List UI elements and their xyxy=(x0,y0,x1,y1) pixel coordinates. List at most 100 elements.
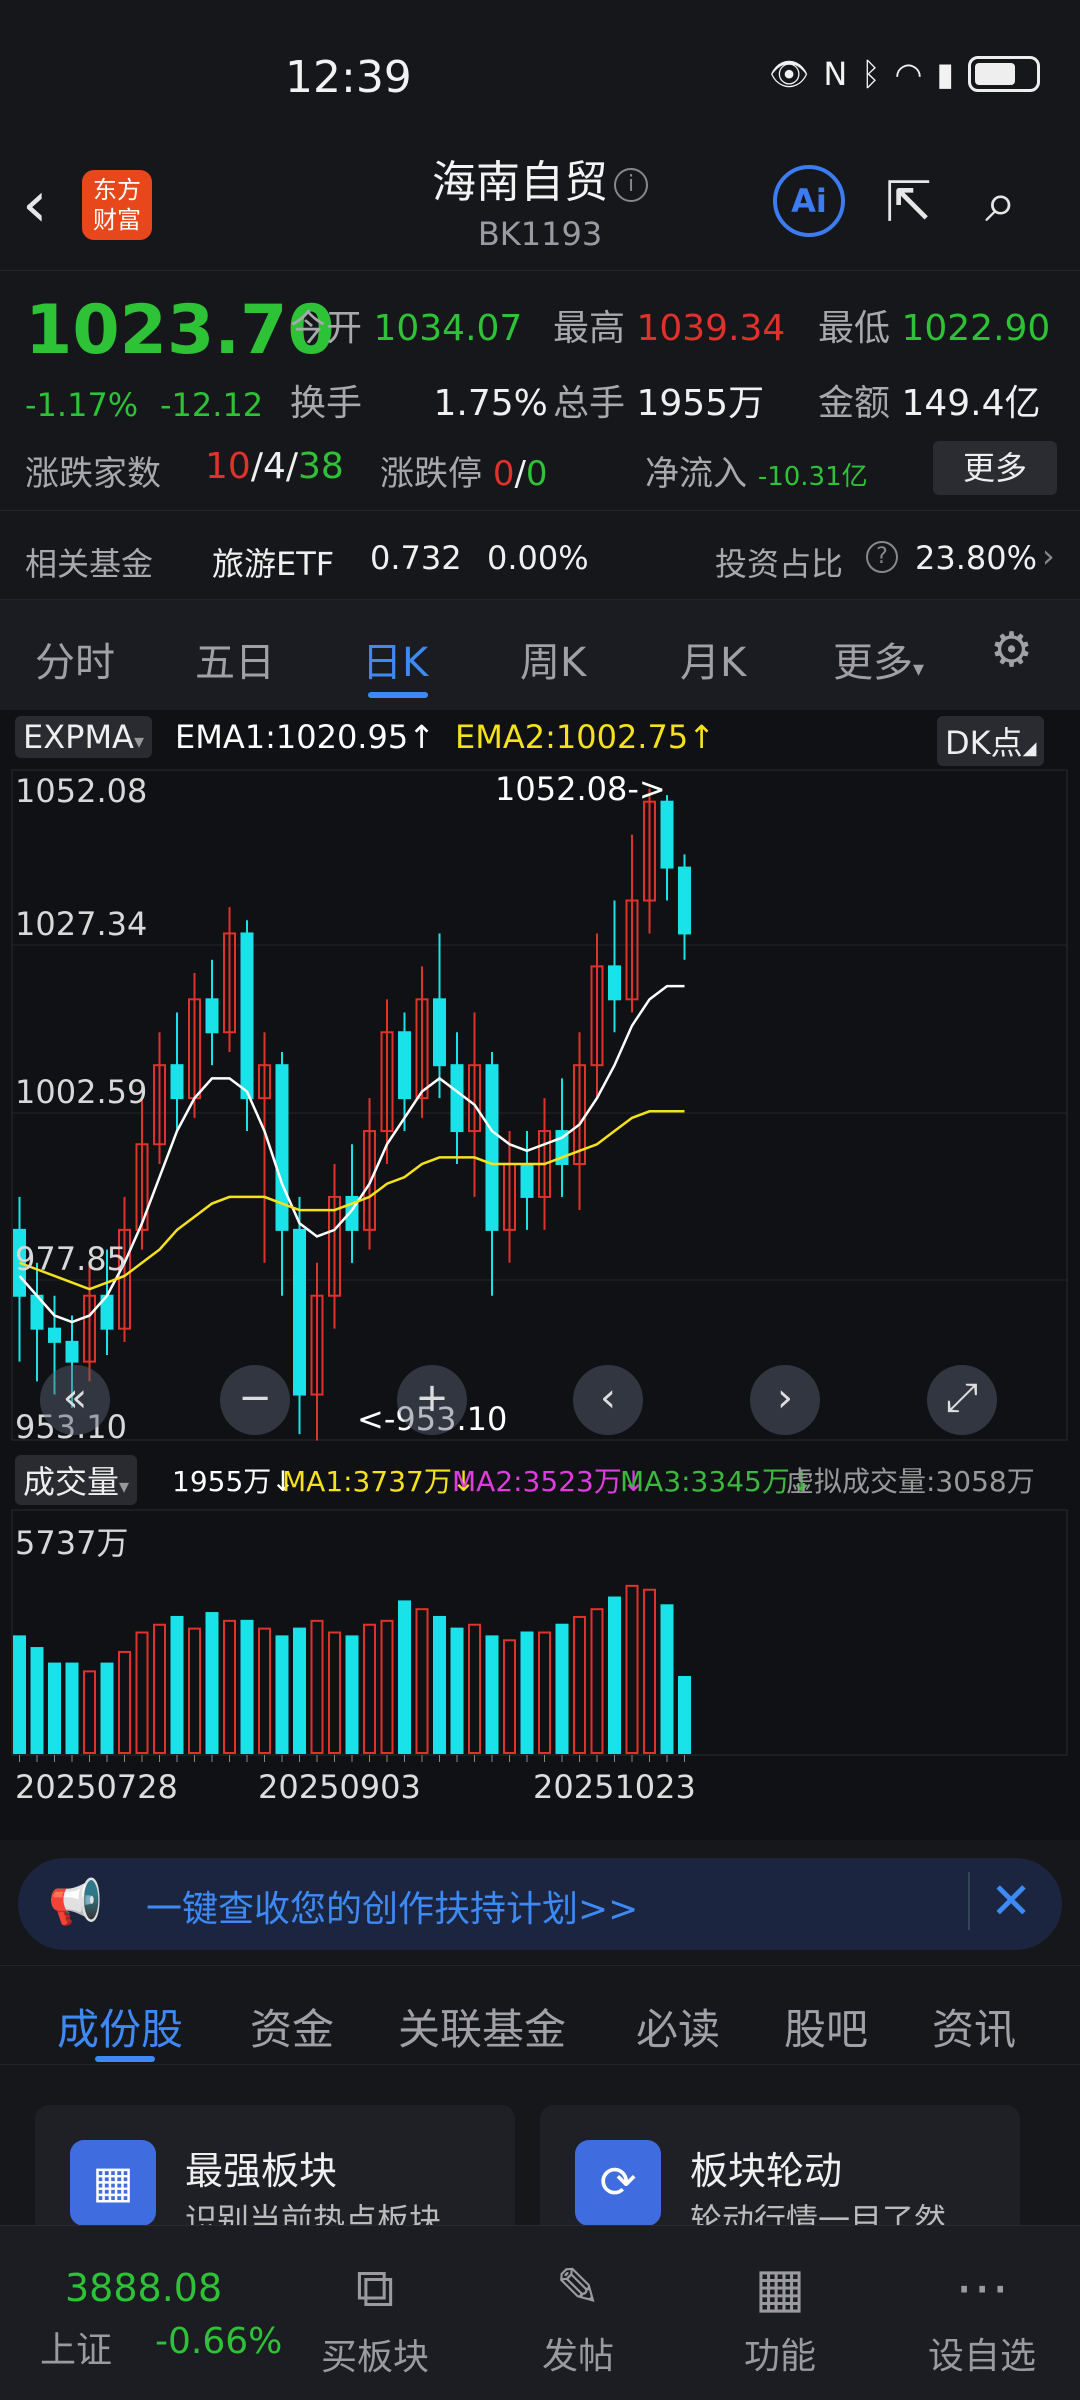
price-axis-label: 1052.08 xyxy=(15,772,148,810)
tab-news[interactable]: 资讯 xyxy=(932,1996,1016,2057)
volume-bar xyxy=(415,1608,429,1755)
vol-ma2: MA2:3523万↓ xyxy=(452,1465,646,1498)
volume-bar xyxy=(83,1670,96,1754)
nav-add-watchlist[interactable]: ⋯ 设自选 xyxy=(912,2256,1052,2379)
volume-bar xyxy=(380,1619,394,1754)
volume-bar xyxy=(643,1588,656,1755)
nav-post[interactable]: ✎ 发帖 xyxy=(508,2256,648,2379)
down-count: 38 xyxy=(298,446,344,487)
tab-must-read[interactable]: 必读 xyxy=(636,1996,720,2057)
rotation-icon: ⟳ xyxy=(575,2140,661,2226)
index-pct[interactable]: -0.66% xyxy=(155,2321,282,2362)
bluetooth-icon: ᛒ xyxy=(861,55,881,93)
card-title: 最强板块 xyxy=(185,2149,338,2193)
volume-bar xyxy=(660,1604,674,1754)
volume-bar xyxy=(170,1615,184,1755)
nav-label: 设自选 xyxy=(927,2336,1036,2377)
feature-card-sector-rotation[interactable]: ⟳ 板块轮动 轮动行情一目了然 xyxy=(540,2105,1020,2239)
change-value: -12.12 xyxy=(160,386,264,424)
scroll-right-icon[interactable]: › xyxy=(750,1365,820,1435)
zoom-out-icon[interactable]: − xyxy=(220,1365,290,1435)
volume-bar xyxy=(118,1650,131,1754)
banner-text[interactable]: 一键查收您的创作扶持计划>> xyxy=(146,1880,638,1932)
volume-bar xyxy=(520,1631,534,1754)
candle-body xyxy=(678,866,691,935)
sector-icon: ⧉ xyxy=(355,2256,395,2319)
nav-buy-sector[interactable]: ⧉ 买板块 xyxy=(305,2256,445,2380)
index-name[interactable]: 上证 xyxy=(40,2321,112,2373)
fund-price: 0.732 xyxy=(370,539,462,577)
content-tabs: 成份股 资金 关联基金 必读 股吧 资讯 xyxy=(0,1965,1080,2065)
chevron-right-icon: › xyxy=(1042,537,1055,575)
candle-body xyxy=(205,998,219,1034)
nfc-icon: N xyxy=(823,55,848,93)
scroll-left-icon[interactable]: ‹ xyxy=(573,1365,643,1435)
open-value: 1034.07 xyxy=(373,308,523,349)
ai-button[interactable]: Ai xyxy=(773,165,845,237)
search-icon[interactable]: ⌕ xyxy=(985,170,1016,236)
help-icon[interactable]: ? xyxy=(866,541,898,573)
up-count: 10 xyxy=(205,446,251,487)
period-tabs: 分时 五日 日K 周K 月K 更多▾ ⚙ xyxy=(0,600,1080,710)
tab-intraday[interactable]: 分时 xyxy=(35,630,115,688)
tab-forum[interactable]: 股吧 xyxy=(784,1996,868,2057)
scroll-left-fast-icon[interactable]: « xyxy=(40,1365,110,1435)
share-icon[interactable]: ⇱ xyxy=(885,170,932,235)
index-price[interactable]: 3888.08 xyxy=(65,2266,222,2310)
price-axis-label: 977.85 xyxy=(15,1240,127,1278)
gear-icon[interactable]: ⚙ xyxy=(990,622,1033,678)
volume-bar xyxy=(205,1612,219,1754)
close-icon[interactable]: ✕ xyxy=(968,1872,1032,1930)
date-label: 20250728 xyxy=(15,1768,178,1806)
tab-monthly-k[interactable]: 月K xyxy=(680,630,746,688)
volume-bar xyxy=(555,1623,569,1754)
candle-body xyxy=(65,1340,79,1363)
volume-bar xyxy=(398,1600,411,1754)
limit-up: 0 xyxy=(492,454,515,494)
candle-body xyxy=(485,1064,499,1231)
volume-bar xyxy=(258,1627,271,1755)
zoom-in-icon[interactable]: + xyxy=(397,1365,467,1435)
price-axis-label: 1027.34 xyxy=(15,905,148,943)
volume-bar xyxy=(468,1623,481,1754)
ratio-value: 23.80% xyxy=(915,539,1038,577)
tab-5day[interactable]: 五日 xyxy=(195,630,275,688)
fullscreen-icon[interactable]: ⤢ xyxy=(927,1365,997,1435)
volume-bar xyxy=(625,1584,639,1754)
info-icon[interactable]: i xyxy=(614,168,648,202)
volume-bar xyxy=(678,1676,691,1754)
clock: 12:39 xyxy=(285,52,412,103)
header: ‹ 东方 财富 海南自贸 i BK1193 Ai ⇱ ⌕ xyxy=(0,140,1080,265)
volume-bar xyxy=(573,1615,586,1755)
tab-constituents[interactable]: 成份股 xyxy=(57,1996,183,2057)
fund-name: 旅游ETF xyxy=(212,545,335,583)
sector-chart-icon: ▦ xyxy=(70,2140,156,2226)
volume-indicator-select[interactable]: 成交量▾ xyxy=(15,1455,138,1505)
candle-body xyxy=(293,1228,306,1396)
low-label: 最低 xyxy=(818,308,891,349)
volume-bar xyxy=(223,1619,236,1754)
volume-bar xyxy=(590,1608,604,1755)
tab-more[interactable]: 更多▾ xyxy=(833,630,924,688)
kline-chart-area[interactable]: EXPMA▾ EMA1:1020.95↑ EMA2:1002.75↑ DK点◢ … xyxy=(0,710,1080,1840)
sep-3: / xyxy=(514,454,526,494)
volume-bar xyxy=(293,1627,306,1755)
candle-body xyxy=(170,1064,184,1100)
tab-daily-k[interactable]: 日K xyxy=(362,630,428,688)
promo-banner[interactable]: 📢 一键查收您的创作扶持计划>> ✕ xyxy=(18,1858,1062,1950)
volume-bar xyxy=(240,1619,254,1754)
nav-functions[interactable]: ▦ 功能 xyxy=(710,2256,850,2379)
vol-ma3: MA3:3345万↓ xyxy=(620,1465,814,1498)
price-axis-label: 1002.59 xyxy=(15,1073,148,1111)
candle-body xyxy=(433,998,446,1067)
tab-weekly-k[interactable]: 周K xyxy=(520,630,586,688)
volume-bar xyxy=(188,1627,201,1755)
date-label: 20250903 xyxy=(258,1768,421,1806)
tab-related-funds[interactable]: 关联基金 xyxy=(398,1996,566,2057)
change-pct: -1.17% xyxy=(25,386,139,424)
nav-label: 买板块 xyxy=(320,2337,429,2378)
related-fund-row[interactable]: 相关基金 旅游ETF 0.732 0.00% 投资占比 ? 23.80% › xyxy=(0,510,1080,600)
more-button[interactable]: 更多 xyxy=(933,441,1057,495)
feature-card-strongest-sector[interactable]: ▦ 最强板块 识别当前热点板块 xyxy=(35,2105,515,2239)
tab-funds-flow[interactable]: 资金 xyxy=(250,1996,334,2057)
